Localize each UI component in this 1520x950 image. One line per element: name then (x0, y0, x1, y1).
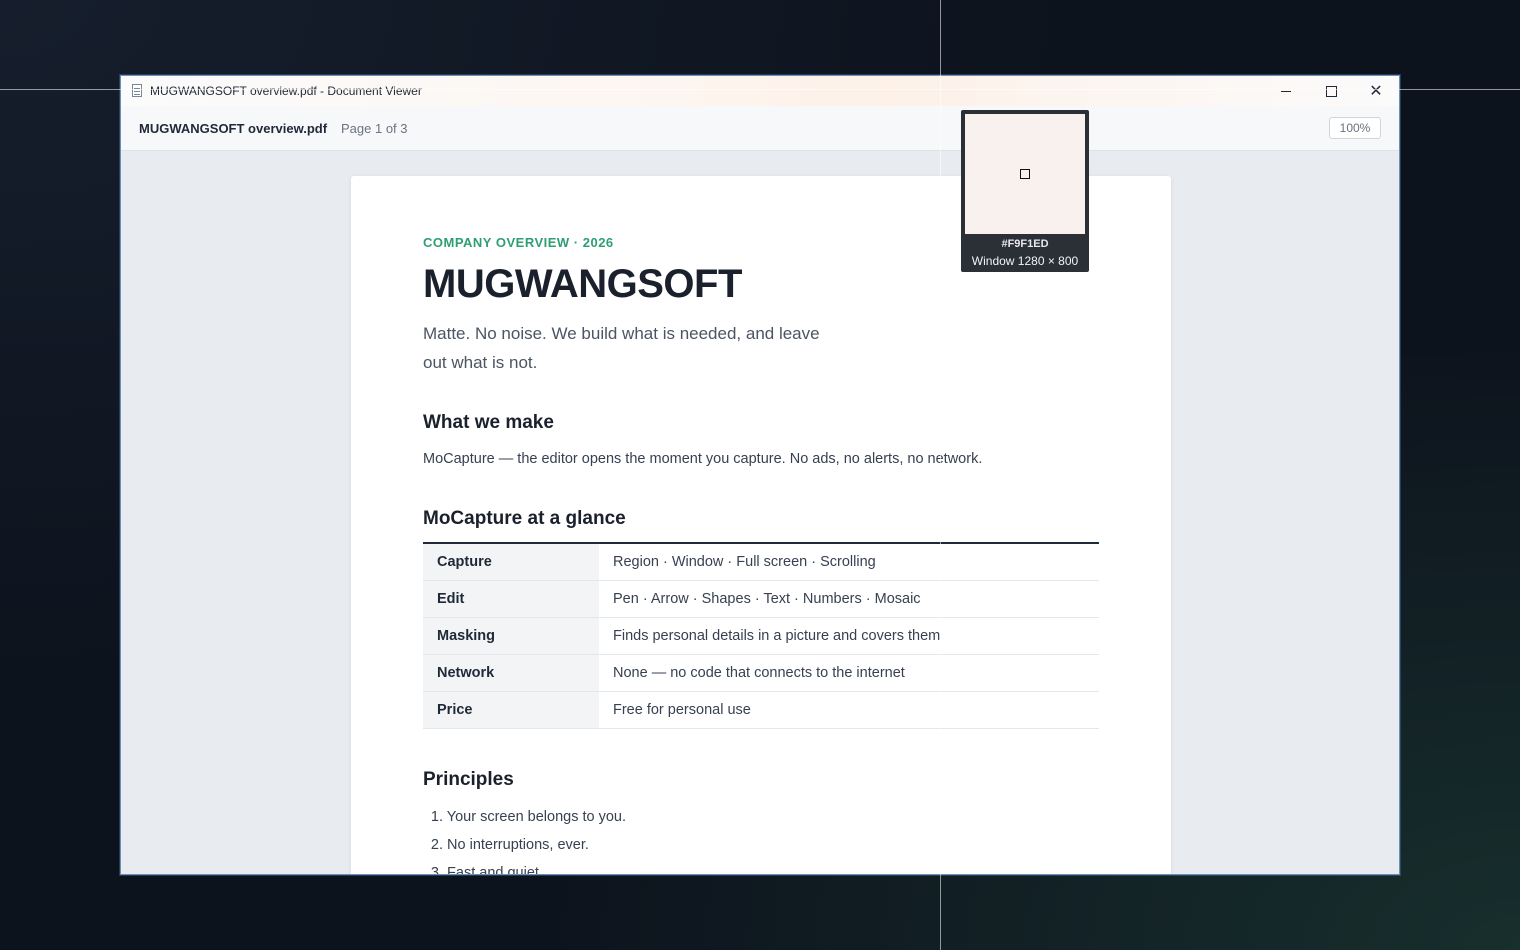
crosshair-horizontal-line (0, 89, 1520, 90)
maximize-icon (1325, 85, 1337, 97)
table-key: Network (423, 654, 599, 692)
viewer-toolbar: MUGWANGSOFT overview.pdf Page 1 of 3 100… (121, 106, 1399, 151)
list-item-text: No interruptions, ever. (447, 837, 589, 853)
close-icon: ✕ (1369, 83, 1383, 100)
maximize-button[interactable] (1308, 76, 1354, 106)
list-item-text: Fast and quiet. (447, 865, 543, 875)
principles-list: 1. Your screen belongs to you. 2. No int… (423, 806, 626, 875)
zoom-level-button[interactable]: 100% (1329, 117, 1381, 139)
toolbar-filename: MUGWANGSOFT overview.pdf (139, 121, 328, 136)
list-item: 1. Your screen belongs to you. (423, 806, 626, 834)
document-tagline: Matte. No noise. We build what is needed… (423, 324, 820, 372)
list-item-number: 1. (430, 809, 443, 825)
list-item-text: Your screen belongs to you. (446, 809, 627, 825)
section-body-what-we-make: MoCapture — the editor opens the moment … (423, 451, 983, 467)
glance-table: Capture Region · Window · Full screen · … (423, 542, 1099, 729)
list-item: 2. No interruptions, ever. (423, 834, 626, 862)
table-value: Free for personal use (599, 691, 1099, 729)
section-heading-what-we-make: What we make (423, 412, 554, 433)
table-value: Finds personal details in a picture and … (599, 617, 1099, 655)
table-value: None — no code that connects to the inte… (599, 654, 1099, 692)
table-key: Masking (423, 617, 599, 655)
magnifier-swatch (965, 114, 1085, 234)
magnifier-size-label: Window 1280 × 800 (971, 254, 1079, 268)
table-row: Price Free for personal use (423, 691, 1099, 729)
table-key: Capture (423, 543, 599, 581)
table-value: Pen · Arrow · Shapes · Text · Numbers · … (599, 580, 1099, 618)
document-page: COMPANY OVERVIEW · 2026 MUGWANGSOFT Matt… (351, 176, 1171, 875)
list-item-number: 3. (430, 865, 443, 875)
table-row: Edit Pen · Arrow · Shapes · Text · Numbe… (423, 580, 1099, 618)
page-indicator: Page 1 of 3 (341, 121, 408, 136)
table-value: Region · Window · Full screen · Scrollin… (599, 543, 1099, 581)
document-title: MUGWANGSOFT (423, 262, 742, 306)
color-picker-magnifier: #F9F1ED Window 1280 × 800 (961, 110, 1089, 272)
crosshair-center-icon (1020, 169, 1030, 179)
table-row: Masking Finds personal details in a pict… (423, 617, 1099, 655)
document-icon (132, 84, 142, 97)
table-key: Price (423, 691, 599, 729)
section-heading-principles: Principles (423, 769, 514, 790)
table-row: Network None — no code that connects to … (423, 654, 1099, 692)
magnifier-hex-value: #F9F1ED (1001, 238, 1049, 250)
section-heading-at-a-glance: MoCapture at a glance (423, 508, 626, 529)
list-item: 3. Fast and quiet. (423, 862, 626, 875)
crosshair-vertical-line (940, 0, 941, 950)
table-key: Edit (423, 580, 599, 618)
document-viewer-window: MUGWANGSOFT overview.pdf - Document View… (120, 75, 1400, 875)
list-item-number: 2. (430, 837, 443, 853)
minimize-button[interactable] (1263, 76, 1309, 106)
document-eyebrow: COMPANY OVERVIEW · 2026 (423, 235, 614, 250)
title-bar[interactable]: MUGWANGSOFT overview.pdf - Document View… (121, 76, 1399, 106)
minimize-icon (1281, 90, 1291, 92)
close-button[interactable]: ✕ (1353, 76, 1399, 106)
window-title: MUGWANGSOFT overview.pdf - Document View… (150, 84, 422, 98)
table-row: Capture Region · Window · Full screen · … (423, 543, 1099, 581)
